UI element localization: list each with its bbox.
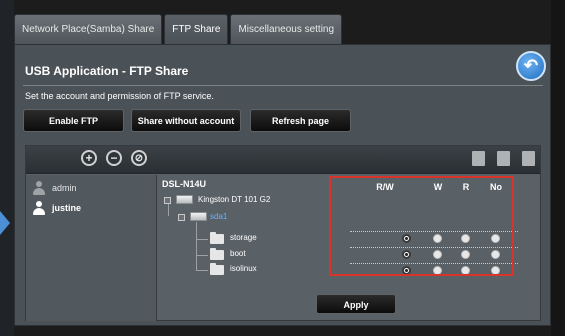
folder-name-isolinux: isolinux [230,264,257,273]
tab-bar: Network Place(Samba) Share FTP Share Mis… [14,14,343,44]
tab-ftp-share[interactable]: FTP Share [164,14,229,44]
account-permission-box: + − ⊘ admin justine DSL-N14U Kingston DT… [25,145,541,321]
user-icon [32,181,46,195]
drive-expand-toggle[interactable] [164,197,171,204]
share-without-account-button[interactable]: Share without account [131,109,241,132]
left-edge [0,0,14,336]
ftp-share-panel: USB Application - FTP Share ↶ Set the ac… [14,44,551,326]
account-toolbar: + − ⊘ [26,146,540,174]
tree-connector [196,270,208,271]
back-arrow-icon[interactable]: ↶ [516,51,546,81]
drive-name: Kingston DT 101 G2 [198,195,271,204]
tree-connector [196,222,197,270]
apply-button[interactable]: Apply [316,294,396,314]
device-name: DSL-N14U [162,179,207,189]
edit-account-icon[interactable]: ⊘ [131,150,147,166]
folder-icon [210,232,224,244]
tab-samba-share[interactable]: Network Place(Samba) Share [14,14,163,44]
folder-icon [210,248,224,260]
tree-connector [168,204,169,216]
refresh-page-button[interactable]: Refresh page [250,109,351,132]
usb-drive-icon [176,195,193,204]
selected-menu-arrow-icon [0,211,10,235]
account-item-justine[interactable]: justine [32,199,81,217]
edit-folder-icon[interactable] [522,151,535,166]
folder-name-boot: boot [230,249,246,258]
account-item-admin[interactable]: admin [32,179,77,197]
account-list: admin justine [26,175,157,321]
page-description: Set the account and permission of FTP se… [25,91,214,101]
screenshot-root: Network Place(Samba) Share FTP Share Mis… [0,0,565,336]
add-account-icon[interactable]: + [81,150,97,166]
account-name: justine [52,203,82,213]
tab-miscellaneous-setting[interactable]: Miscellaneous setting [230,14,343,44]
permission-highlight-box [329,176,514,276]
enable-ftp-button[interactable]: Enable FTP [23,109,124,132]
tree-connector [196,255,208,256]
add-folder-icon[interactable] [472,151,485,166]
folder-icon [210,263,224,275]
partition-drive-icon [190,212,207,221]
delete-folder-icon[interactable] [497,151,510,166]
partition-name[interactable]: sda1 [210,212,227,221]
user-icon [32,201,46,215]
right-edge [551,0,565,336]
title-divider [23,85,543,86]
remove-account-icon[interactable]: − [106,150,122,166]
account-name: admin [52,183,77,193]
tree-connector [196,239,208,240]
partition-expand-toggle[interactable] [178,214,185,221]
folder-name-storage: storage [230,233,257,242]
page-title: USB Application - FTP Share [25,64,189,78]
